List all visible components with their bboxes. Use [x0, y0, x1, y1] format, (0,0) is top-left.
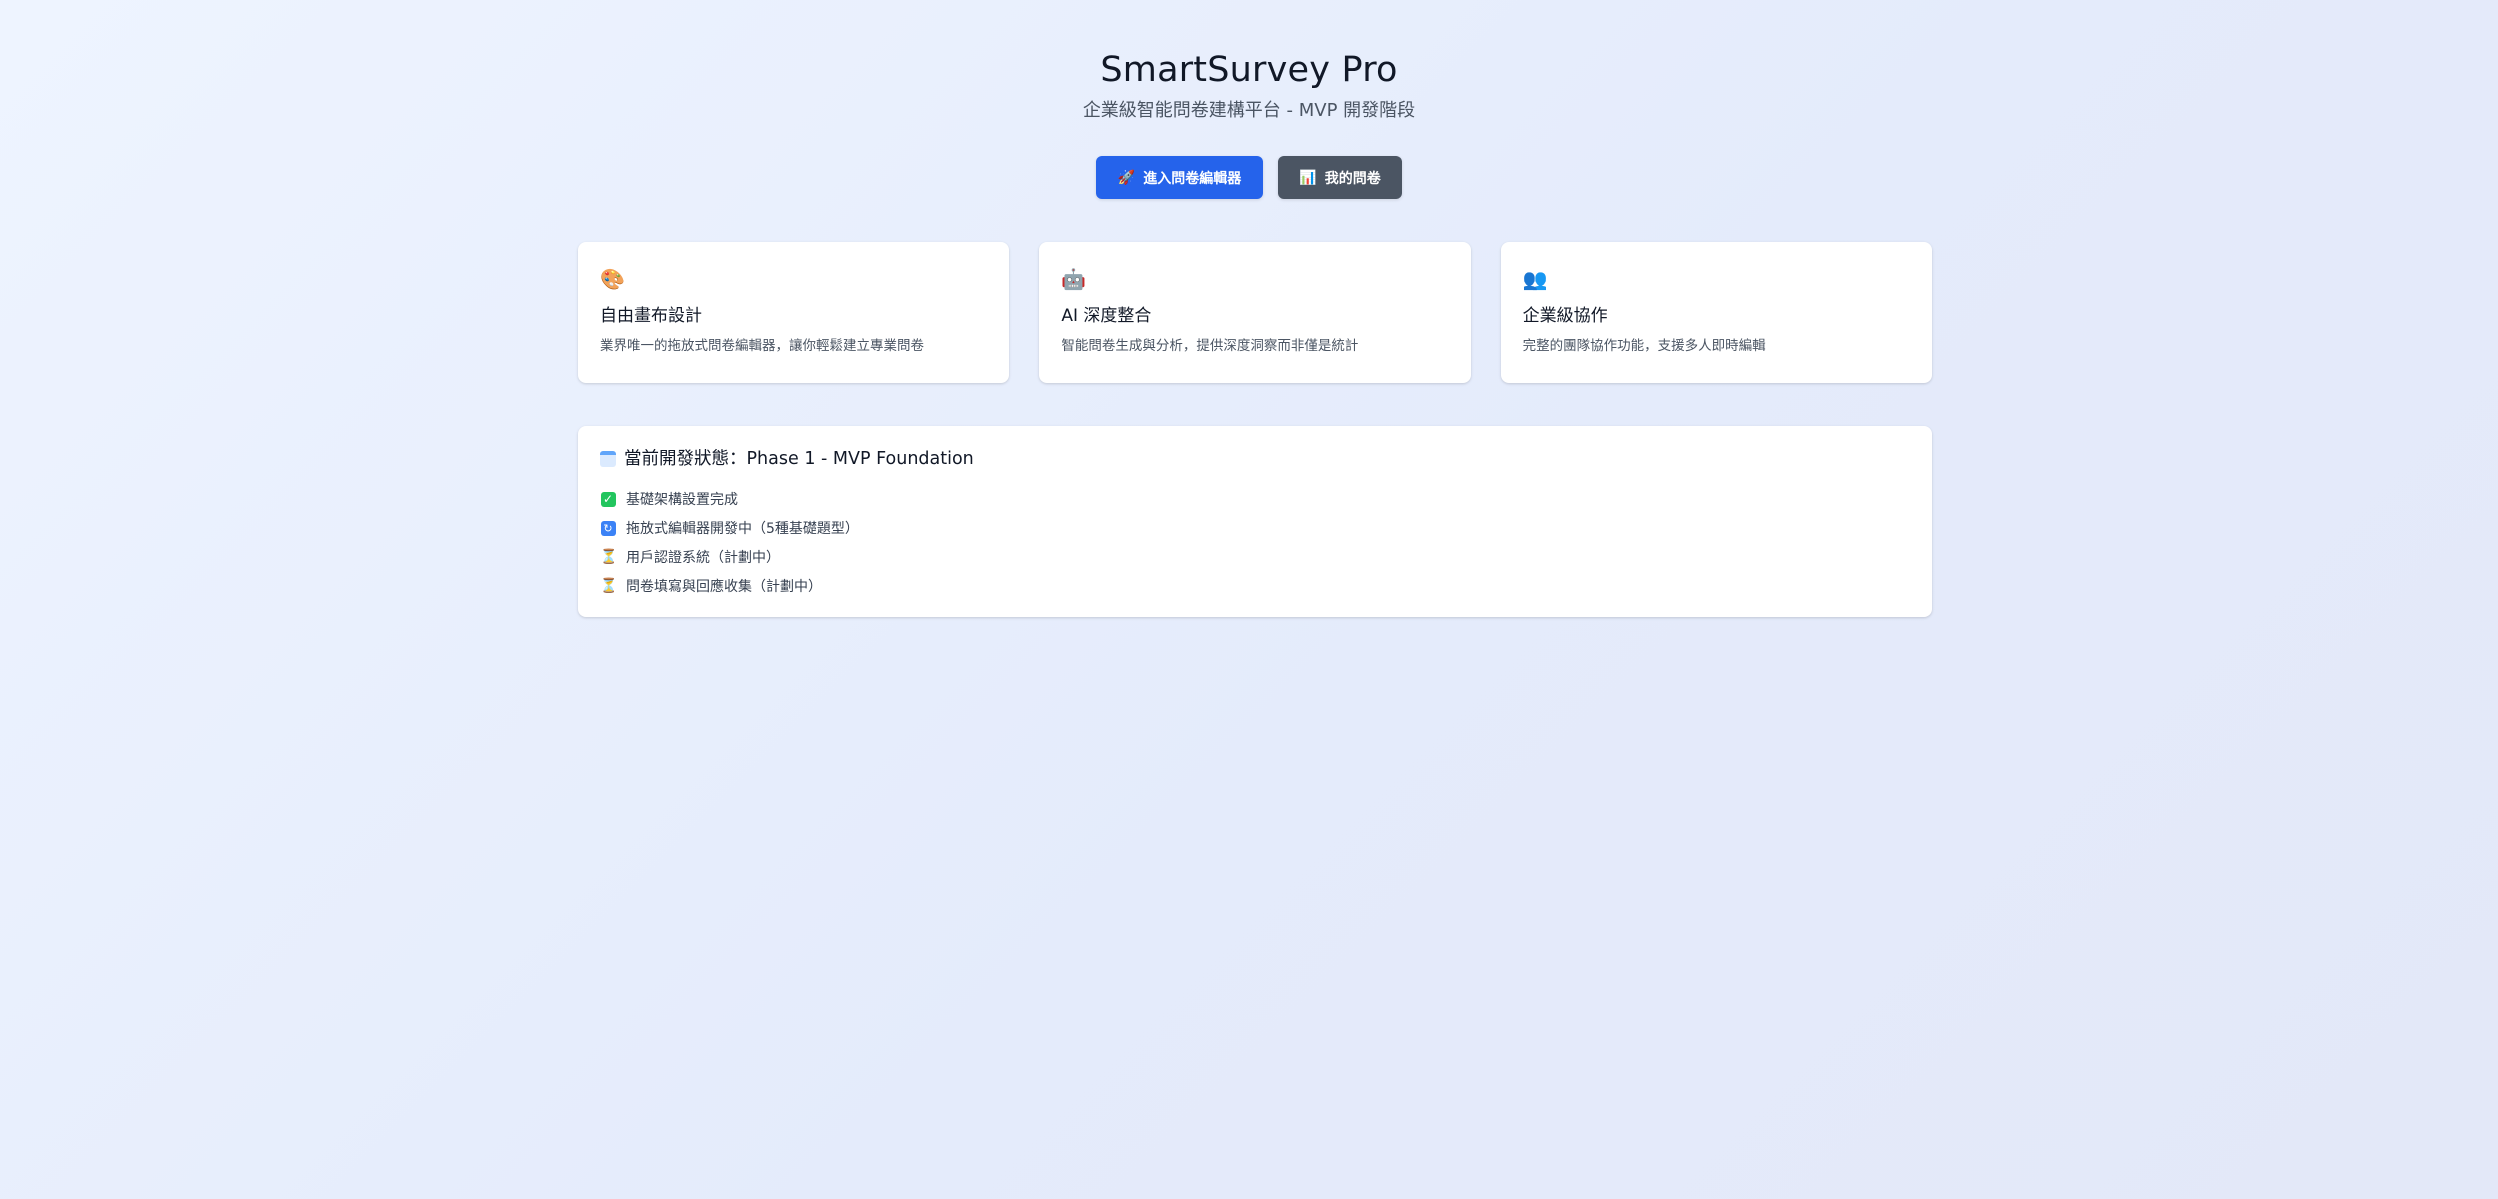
feature-title: 企業級協作 [1522, 306, 1608, 326]
chart-icon: 📊 [1299, 169, 1317, 186]
status-item-label: 用戶認證系統（計劃中） [626, 549, 780, 566]
status-item-label: 基礎架構設置完成 [626, 491, 738, 508]
status-heading: 當前開發狀態：Phase 1 - MVP Foundation [624, 449, 974, 469]
list-item: ⏳ 用戶認證系統（計劃中） [600, 542, 1910, 571]
palette-icon: 🎨 [600, 267, 625, 291]
hero: SmartSurvey Pro 企業級智能問卷建構平台 - MVP 開發階段 [0, 48, 2498, 124]
feature-title: AI 深度整合 [1061, 306, 1152, 326]
enter-editor-label: 進入問卷編輯器 [1143, 170, 1242, 187]
feature-description: 智能問卷生成與分析，提供深度洞察而非僅是統計 [1061, 338, 1359, 354]
hourglass-icon: ⏳ [600, 548, 618, 565]
my-surveys-label: 我的問卷 [1324, 170, 1381, 187]
status-item-label: 拖放式編輯器開發中（5種基礎題型） [626, 520, 859, 537]
refresh-icon: ↻ [600, 520, 616, 536]
status-list: ✓ 基礎架構設置完成 ↻ 拖放式編輯器開發中（5種基礎題型） ⏳ 用戶認證系統（… [600, 484, 1910, 600]
check-icon: ✓ [600, 491, 616, 507]
page-subtitle: 企業級智能問卷建構平台 - MVP 開發階段 [1082, 100, 1416, 121]
page-title: SmartSurvey Pro [1100, 50, 1398, 90]
my-surveys-button[interactable]: 📊 我的問卷 [1278, 156, 1402, 199]
feature-card-collaboration: 👥 企業級協作 完整的團隊協作功能，支援多人即時編輯 [1500, 242, 1932, 383]
feature-cards: 🎨 自由畫布設計 業界唯一的拖放式問卷編輯器，讓你輕鬆建立專業問卷 🤖 AI 深… [578, 242, 1932, 383]
rocket-icon: 🚀 [1117, 169, 1136, 186]
enter-editor-button[interactable]: 🚀 進入問卷編輯器 [1096, 156, 1263, 199]
list-item: ⏳ 問卷填寫與回應收集（計劃中） [600, 571, 1910, 600]
users-icon: 👥 [1522, 267, 1548, 291]
feature-description: 業界唯一的拖放式問卷編輯器，讓你輕鬆建立專業問卷 [600, 338, 924, 354]
feature-description: 完整的團隊協作功能，支援多人即時編輯 [1522, 338, 1766, 354]
robot-icon: 🤖 [1061, 267, 1087, 291]
feature-card-canvas: 🎨 自由畫布設計 業界唯一的拖放式問卷編輯器，讓你輕鬆建立專業問卷 [578, 242, 1010, 383]
action-buttons: 🚀 進入問卷編輯器 📊 我的問卷 [0, 156, 2498, 199]
status-item-label: 問卷填寫與回應收集（計劃中） [626, 578, 822, 595]
hourglass-icon: ⏳ [600, 577, 618, 594]
list-item: ↻ 拖放式編輯器開發中（5種基礎題型） [600, 513, 1910, 542]
status-heading-row: 當前開發狀態：Phase 1 - MVP Foundation [600, 446, 1910, 472]
development-status-panel: 當前開發狀態：Phase 1 - MVP Foundation ✓ 基礎架構設置… [578, 426, 1932, 617]
list-item: ✓ 基礎架構設置完成 [600, 484, 1910, 513]
feature-card-ai: 🤖 AI 深度整合 智能問卷生成與分析，提供深度洞察而非僅是統計 [1039, 242, 1471, 383]
calendar-icon [600, 451, 616, 467]
feature-title: 自由畫布設計 [600, 306, 702, 326]
